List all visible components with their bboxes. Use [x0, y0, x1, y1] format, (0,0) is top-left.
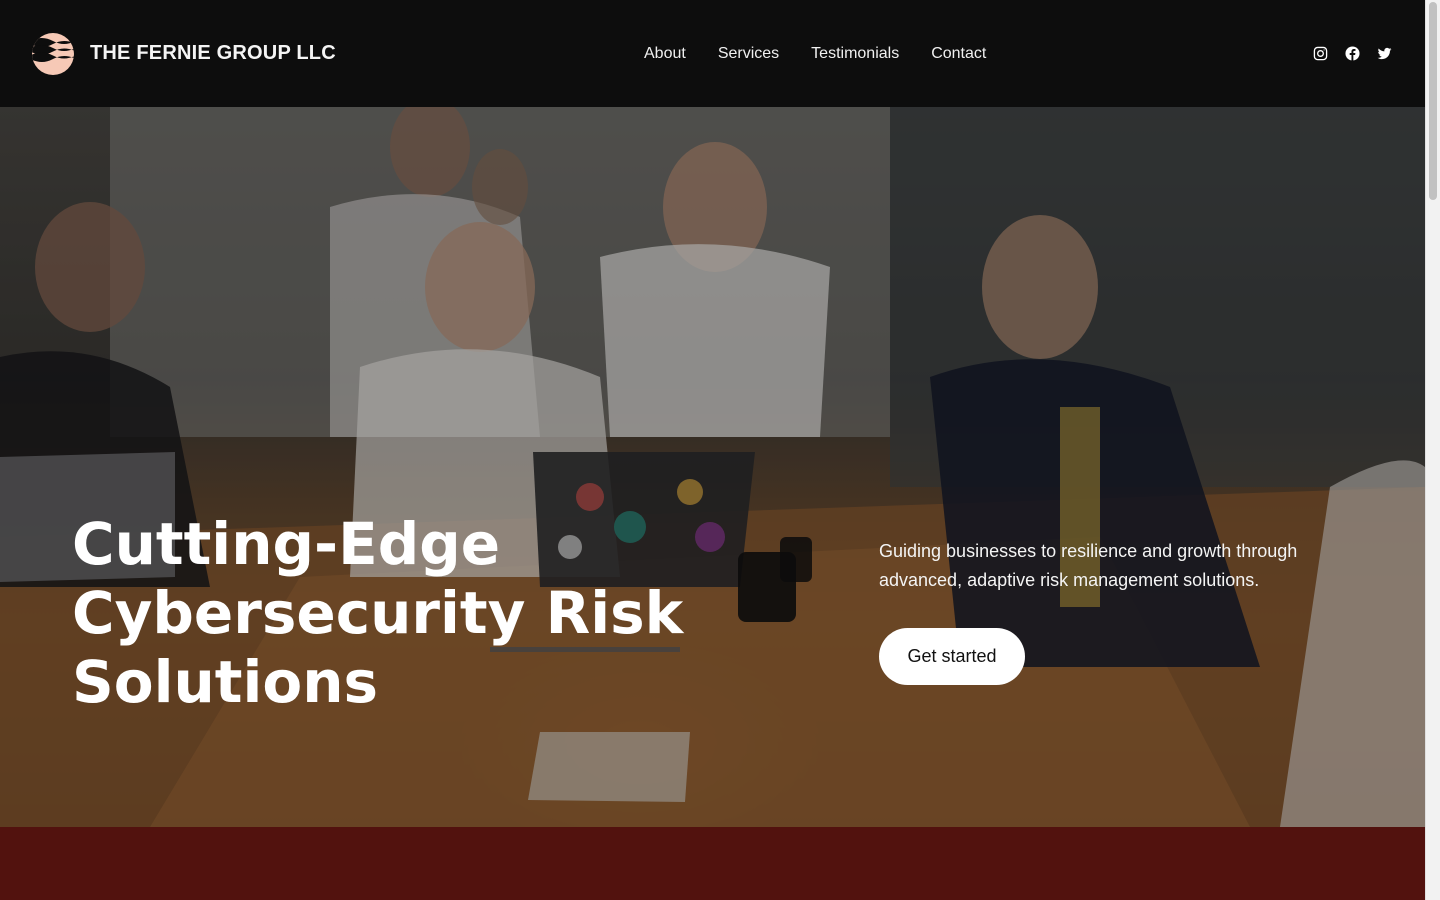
scrollbar-thumb[interactable] [1429, 2, 1437, 200]
site-header: THE FERNIE GROUP LLC About Services Test… [0, 0, 1425, 107]
social-links [1313, 46, 1392, 61]
facebook-icon[interactable] [1345, 46, 1360, 61]
logo-icon[interactable] [32, 32, 74, 75]
nav-link-services[interactable]: Services [718, 45, 779, 63]
get-started-button[interactable]: Get started [879, 628, 1025, 685]
nav-link-contact[interactable]: Contact [931, 45, 986, 63]
hero-title: Cutting-Edge Cybersecurity Risk Solution… [72, 510, 684, 716]
hero-section: Cutting-Edge Cybersecurity Risk Solution… [0, 107, 1425, 827]
page-scrollbar[interactable] [1425, 0, 1440, 900]
brand[interactable]: THE FERNIE GROUP LLC [32, 32, 336, 75]
instagram-icon[interactable] [1313, 46, 1328, 61]
nav-link-about[interactable]: About [644, 45, 686, 63]
nav-link-testimonials[interactable]: Testimonials [811, 45, 899, 63]
next-section-band [0, 827, 1425, 900]
hero-overlay [0, 107, 1425, 827]
page: THE FERNIE GROUP LLC About Services Test… [0, 0, 1425, 900]
hero-subtitle: Guiding businesses to resilience and gro… [879, 541, 1298, 590]
twitter-icon[interactable] [1377, 46, 1392, 61]
brand-name[interactable]: THE FERNIE GROUP LLC [90, 42, 336, 65]
main-nav: About Services Testimonials Contact [644, 0, 986, 107]
